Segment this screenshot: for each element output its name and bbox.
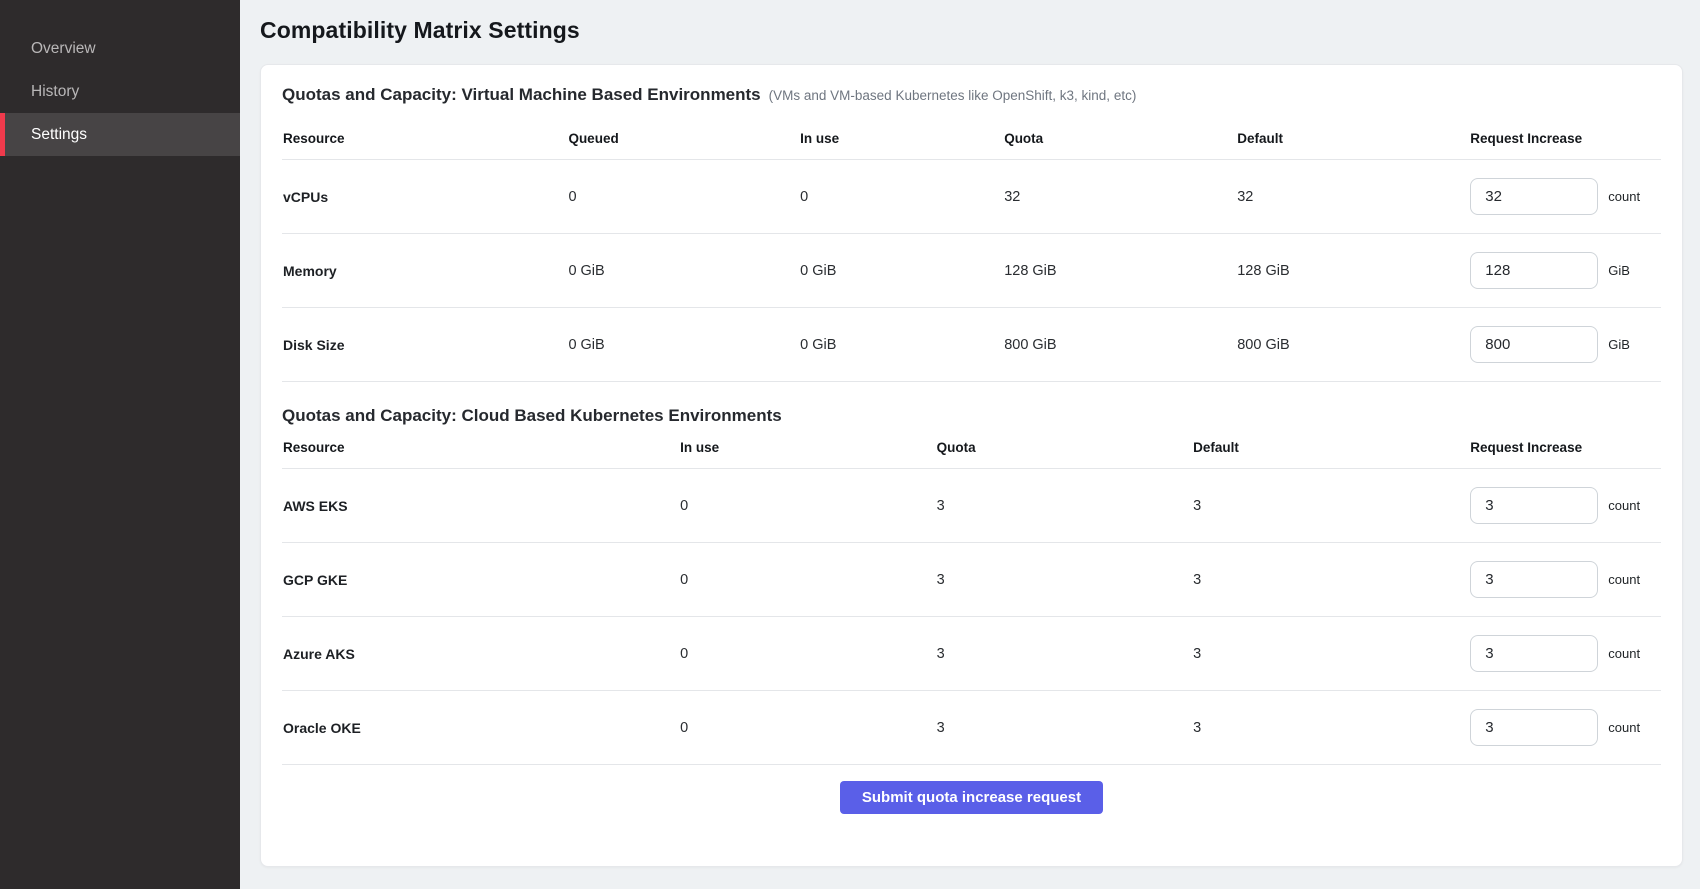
quota-table-vm: Resource Queued In use Quota Default Req… [282, 105, 1661, 382]
in-use-value: 0 [679, 617, 935, 691]
table-row: Memory 0 GiB 0 GiB 128 GiB 128 GiB GiB [282, 234, 1661, 308]
resource-name: Azure AKS [282, 617, 679, 691]
in-use-value: 0 GiB [799, 234, 1003, 308]
sidebar-item-label: Settings [31, 126, 87, 144]
request-increase-input[interactable] [1470, 487, 1598, 524]
resource-name: Disk Size [282, 308, 567, 382]
vm-section-header: Quotas and Capacity: Virtual Machine Bas… [282, 85, 1661, 105]
table-row: GCP GKE 0 3 3 count [282, 543, 1661, 617]
column-header-quota: Quota [936, 426, 1192, 469]
unit-label: count [1608, 720, 1640, 735]
resource-name: Oracle OKE [282, 691, 679, 765]
column-header-resource: Resource [282, 426, 679, 469]
footer-bar: Submit quota increase request [282, 765, 1661, 814]
vm-section-title: Quotas and Capacity: Virtual Machine Bas… [282, 85, 761, 105]
unit-label: GiB [1608, 263, 1630, 278]
sidebar-item-overview[interactable]: Overview [0, 27, 240, 70]
cloud-section-title: Quotas and Capacity: Cloud Based Kuberne… [282, 406, 782, 426]
unit-label: count [1608, 189, 1640, 204]
in-use-value: 0 [799, 160, 1003, 234]
unit-label: count [1608, 646, 1640, 661]
in-use-value: 0 GiB [799, 308, 1003, 382]
resource-name: Memory [282, 234, 567, 308]
sidebar-item-history[interactable]: History [0, 70, 240, 113]
queued-value: 0 [567, 160, 799, 234]
in-use-value: 0 [679, 543, 935, 617]
request-increase-input[interactable] [1470, 561, 1598, 598]
unit-label: count [1608, 498, 1640, 513]
default-value: 32 [1236, 160, 1469, 234]
table-row: vCPUs 0 0 32 32 count [282, 160, 1661, 234]
request-increase-input[interactable] [1470, 178, 1598, 215]
column-header-request-increase: Request Increase [1469, 426, 1661, 469]
request-increase-input[interactable] [1470, 252, 1598, 289]
sidebar-item-settings[interactable]: Settings [0, 113, 240, 156]
queued-value: 0 GiB [567, 234, 799, 308]
column-header-in-use: In use [799, 105, 1003, 160]
submit-quota-request-button[interactable]: Submit quota increase request [840, 781, 1103, 814]
column-header-default: Default [1236, 105, 1469, 160]
vm-section-subtitle: (VMs and VM-based Kubernetes like OpenSh… [769, 88, 1137, 103]
quota-value: 32 [1003, 160, 1236, 234]
active-indicator [0, 113, 5, 156]
settings-card: Quotas and Capacity: Virtual Machine Bas… [260, 64, 1683, 867]
resource-name: vCPUs [282, 160, 567, 234]
column-header-default: Default [1192, 426, 1469, 469]
page-title: Compatibility Matrix Settings [260, 17, 1683, 44]
table-row: AWS EKS 0 3 3 count [282, 469, 1661, 543]
default-value: 3 [1192, 543, 1469, 617]
table-row: Azure AKS 0 3 3 count [282, 617, 1661, 691]
quota-value: 800 GiB [1003, 308, 1236, 382]
cloud-section-header: Quotas and Capacity: Cloud Based Kuberne… [282, 406, 1661, 426]
column-header-resource: Resource [282, 105, 567, 160]
quota-value: 3 [936, 469, 1192, 543]
quota-value: 128 GiB [1003, 234, 1236, 308]
quota-value: 3 [936, 543, 1192, 617]
resource-name: AWS EKS [282, 469, 679, 543]
unit-label: count [1608, 572, 1640, 587]
table-row: Oracle OKE 0 3 3 count [282, 691, 1661, 765]
request-increase-input[interactable] [1470, 709, 1598, 746]
column-header-request-increase: Request Increase [1469, 105, 1661, 160]
column-header-quota: Quota [1003, 105, 1236, 160]
column-header-in-use: In use [679, 426, 935, 469]
request-increase-input[interactable] [1470, 326, 1598, 363]
default-value: 3 [1192, 691, 1469, 765]
queued-value: 0 GiB [567, 308, 799, 382]
quota-value: 3 [936, 617, 1192, 691]
sidebar-item-label: History [31, 83, 79, 101]
sidebar-item-label: Overview [31, 40, 96, 58]
quota-table-cloud: Resource In use Quota Default Request In… [282, 426, 1661, 765]
table-header-row: Resource In use Quota Default Request In… [282, 426, 1661, 469]
table-header-row: Resource Queued In use Quota Default Req… [282, 105, 1661, 160]
sidebar: Overview History Settings [0, 0, 240, 889]
default-value: 3 [1192, 617, 1469, 691]
table-row: Disk Size 0 GiB 0 GiB 800 GiB 800 GiB Gi… [282, 308, 1661, 382]
default-value: 128 GiB [1236, 234, 1469, 308]
main-content: Compatibility Matrix Settings Quotas and… [240, 0, 1700, 889]
default-value: 3 [1192, 469, 1469, 543]
unit-label: GiB [1608, 337, 1630, 352]
in-use-value: 0 [679, 691, 935, 765]
quota-value: 3 [936, 691, 1192, 765]
default-value: 800 GiB [1236, 308, 1469, 382]
resource-name: GCP GKE [282, 543, 679, 617]
column-header-queued: Queued [567, 105, 799, 160]
in-use-value: 0 [679, 469, 935, 543]
request-increase-input[interactable] [1470, 635, 1598, 672]
